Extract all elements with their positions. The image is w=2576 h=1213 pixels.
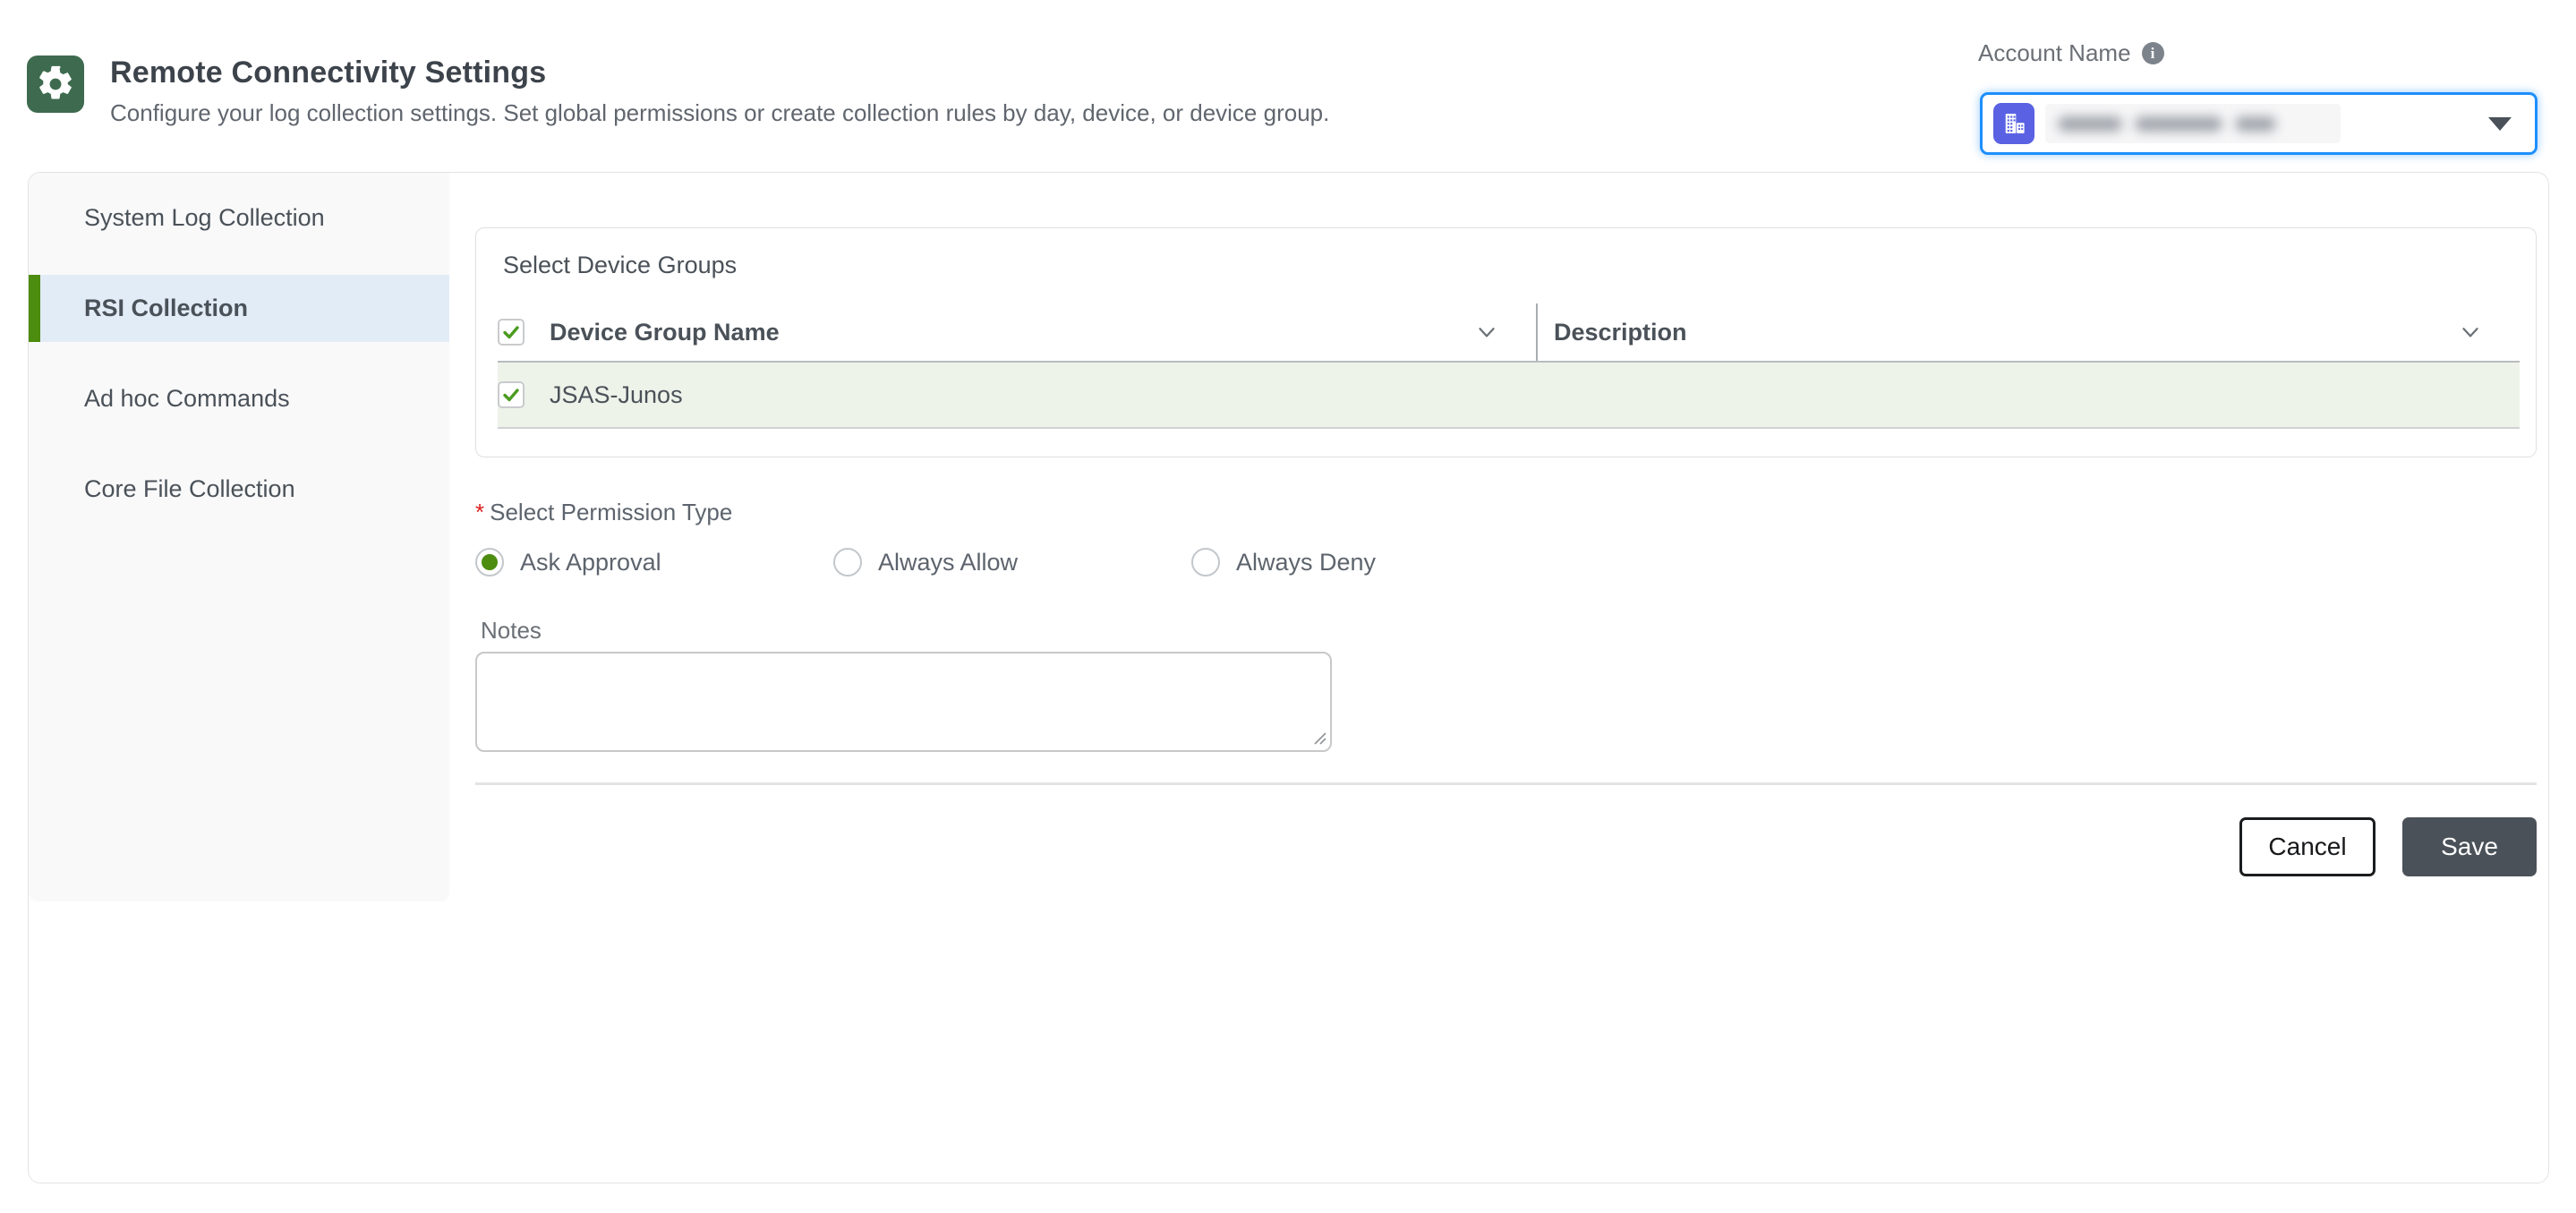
column-header-description: Description (1554, 319, 1687, 346)
notes-label: Notes (475, 617, 2535, 645)
account-select[interactable] (1980, 92, 2538, 155)
permission-type-label: Select Permission Type (490, 499, 732, 526)
save-button[interactable]: Save (2402, 817, 2537, 876)
device-groups-card: Select Device Groups Device Group Name (475, 227, 2537, 457)
radio-unselected-icon (1191, 548, 1220, 577)
table-row: JSAS-Junos (498, 363, 2520, 429)
sidebar-item-ad-hoc-commands[interactable]: Ad hoc Commands (29, 365, 449, 432)
chevron-down-icon (2488, 117, 2512, 131)
main-content: Select Device Groups Device Group Name (449, 173, 2548, 1183)
gear-icon (27, 56, 84, 113)
page-subtitle: Configure your log collection settings. … (110, 99, 1329, 127)
notes-textarea[interactable] (475, 652, 1332, 752)
select-all-checkbox[interactable] (498, 319, 525, 346)
building-icon (1993, 103, 2034, 144)
settings-panel: System Log Collection RSI Collection Ad … (28, 172, 2549, 1183)
footer-divider (475, 782, 2537, 785)
radio-ask-approval[interactable]: Ask Approval (475, 548, 833, 577)
radio-always-deny[interactable]: Always Deny (1191, 548, 1549, 577)
required-asterisk: * (475, 499, 484, 526)
action-buttons: Cancel Save (475, 817, 2537, 876)
device-groups-label: Select Device Groups (476, 252, 2520, 279)
page: Remote Connectivity Settings Configure y… (0, 0, 2576, 1213)
account-name-label: Account Name (1978, 39, 2131, 67)
account-value-redacted (2045, 104, 2341, 143)
sidebar-item-system-log-collection[interactable]: System Log Collection (29, 184, 449, 252)
radio-unselected-icon (833, 548, 862, 577)
radio-selected-icon (475, 548, 504, 577)
info-icon[interactable]: i (2142, 42, 2164, 64)
permission-radio-group: Ask Approval Always Allow Always Deny (475, 548, 2535, 577)
account-section: Account Name i (1978, 39, 2538, 67)
sidebar: System Log Collection RSI Collection Ad … (29, 173, 449, 901)
column-header-device-group-name: Device Group Name (550, 319, 780, 346)
radio-always-allow[interactable]: Always Allow (833, 548, 1191, 577)
cancel-button[interactable]: Cancel (2239, 817, 2376, 876)
sidebar-item-core-file-collection[interactable]: Core File Collection (29, 456, 449, 523)
device-group-name-cell: JSAS-Junos (550, 381, 683, 409)
device-groups-table: Device Group Name Description (498, 303, 2520, 429)
table-header-row: Device Group Name Description (498, 303, 2520, 363)
page-title: Remote Connectivity Settings (110, 56, 1329, 90)
permission-type-label-row: * Select Permission Type (475, 499, 2535, 526)
row-checkbox[interactable] (498, 381, 525, 408)
sort-chevron-icon[interactable] (1473, 319, 1500, 346)
sort-chevron-icon[interactable] (2457, 319, 2484, 346)
sidebar-item-rsi-collection[interactable]: RSI Collection (29, 275, 449, 342)
